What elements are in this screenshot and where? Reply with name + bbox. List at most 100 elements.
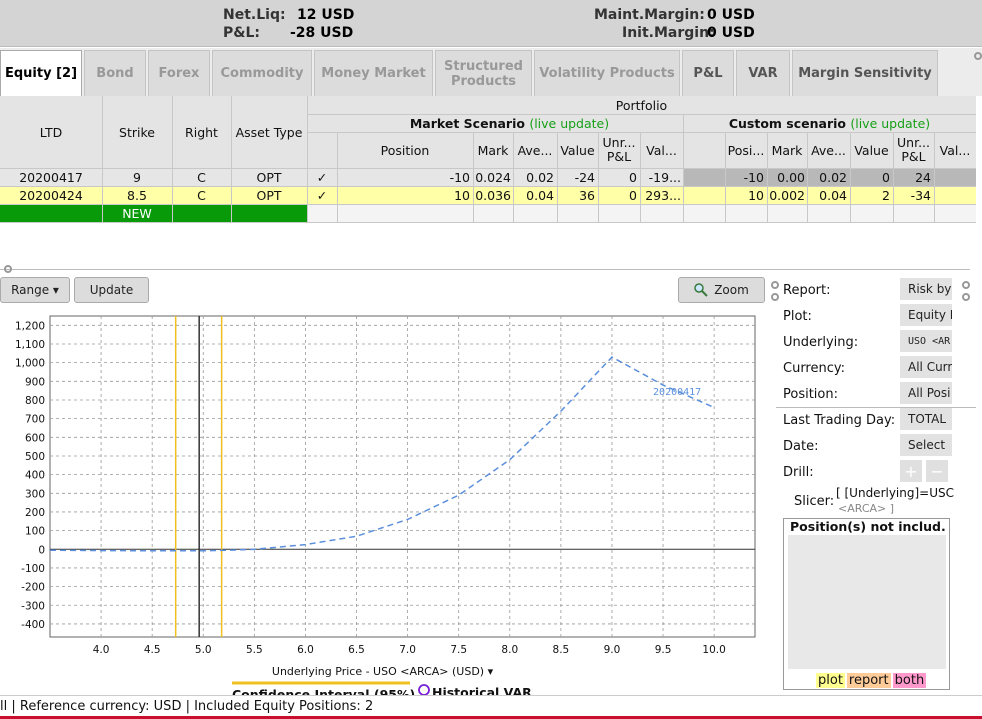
range-dropdown[interactable]: Range ▾ xyxy=(0,277,70,303)
cell-position: 10 xyxy=(454,187,470,203)
col-ltd[interactable]: LTD xyxy=(0,96,102,168)
report-label: Report: xyxy=(783,283,831,298)
underlying-select[interactable]: USO <AR xyxy=(900,330,952,352)
cell-ave: 0.04 xyxy=(526,187,554,203)
col-asset-type[interactable]: Asset Type xyxy=(231,96,307,168)
new-row-label[interactable]: NEW xyxy=(102,204,172,222)
cell-custom-value: 0 xyxy=(882,169,890,185)
col-ave[interactable]: Ave... xyxy=(513,132,557,168)
col-custom-ave[interactable]: Ave... xyxy=(807,132,850,168)
cell-custom-ave: 0.04 xyxy=(819,187,847,203)
col-unr-pnl[interactable]: Unr... P&L xyxy=(598,132,640,168)
y-tick-label: -300 xyxy=(21,600,45,612)
risk-profile-chart: 4.0 4.5 5.0 5.5 6.0 6.5 7.0 7.5 8.0 8.5 9.0 9.5 10.0… xyxy=(15,315,756,700)
cell-custom-mark: 0.002 xyxy=(769,187,805,203)
tab-commodity[interactable]: Commodity xyxy=(212,50,312,96)
cell-ltd: 20200424 xyxy=(19,187,83,203)
tab-label: Bond xyxy=(96,66,134,81)
tab-label: Equity [2] xyxy=(4,66,78,81)
cell-value: -24 xyxy=(574,169,595,185)
tab-label: Volatility Products xyxy=(539,66,675,81)
panel-toggle-icon[interactable] xyxy=(962,293,970,301)
cell-val: -19... xyxy=(648,169,681,185)
y-tick-label: 1,200 xyxy=(15,320,45,332)
plot-select[interactable]: Equity P xyxy=(900,304,952,326)
status-bar: ll | Reference currency: USD | Included … xyxy=(0,695,982,719)
tab-equity[interactable]: Equity [2] xyxy=(0,50,82,96)
portfolio-header: Portfolio xyxy=(615,97,668,113)
cell-unr-pnl: 0 xyxy=(629,187,637,203)
row-checkbox[interactable]: ✓ xyxy=(307,186,337,204)
col-custom-val[interactable]: Val... xyxy=(934,132,976,168)
col-custom-position[interactable]: Posi... xyxy=(725,132,767,168)
tab-volatility-products[interactable]: Volatility Products xyxy=(534,50,680,96)
maint-margin-label: Maint.Margin: xyxy=(594,7,705,23)
tab-pnl[interactable]: P&L xyxy=(682,50,734,96)
x-tick-label: 8.0 xyxy=(501,644,518,656)
currency-select[interactable]: All Curr xyxy=(900,356,952,378)
excluded-positions-title: Position(s) not includ... xyxy=(790,519,946,534)
series-label: 20200417 xyxy=(653,387,701,398)
y-tick-label: -400 xyxy=(21,619,45,631)
cell-asset-type: OPT xyxy=(256,169,282,185)
tab-forex[interactable]: Forex xyxy=(148,50,210,96)
status-text: ll | Reference currency: USD | Included … xyxy=(0,699,374,714)
x-tick-label: 7.0 xyxy=(399,644,416,656)
tab-label: P&L xyxy=(693,66,723,81)
position-select[interactable]: All Posi xyxy=(900,382,952,404)
col-custom-value[interactable]: Value xyxy=(850,132,893,168)
y-tick-label: 1,100 xyxy=(15,339,45,351)
cell-ave: 0.02 xyxy=(526,169,554,185)
row-checkbox[interactable]: ✓ xyxy=(307,168,337,186)
plot-label: Plot: xyxy=(783,309,812,324)
drill-in-icon[interactable]: + xyxy=(900,460,922,482)
col-mark[interactable]: Mark xyxy=(473,132,513,168)
cell-val: 293... xyxy=(645,187,681,203)
tab-structured-products[interactable]: Structured Products xyxy=(435,50,532,96)
y-tick-label: -100 xyxy=(21,563,45,575)
cell-position: -10 xyxy=(449,169,470,185)
ltd-select[interactable]: TOTAL xyxy=(900,408,952,430)
y-tick-label: 200 xyxy=(25,507,45,519)
y-tick-label: 100 xyxy=(25,526,45,538)
col-val[interactable]: Val... xyxy=(640,132,683,168)
zoom-button[interactable]: Zoom xyxy=(678,277,765,303)
col-right[interactable]: Right xyxy=(172,96,231,168)
tab-money-market[interactable]: Money Market xyxy=(314,50,433,96)
col-custom-unr-pnl[interactable]: Unr... P&L xyxy=(893,132,934,168)
drill-out-icon[interactable]: − xyxy=(926,460,948,482)
date-select[interactable]: Select xyxy=(900,434,952,456)
y-tick-label: 400 xyxy=(25,470,45,482)
tab-margin-sensitivity[interactable]: Margin Sensitivity xyxy=(792,50,938,96)
y-tick-label: 700 xyxy=(25,414,45,426)
x-tick-label: 9.5 xyxy=(655,644,672,656)
cell-custom-mark: 0.00 xyxy=(777,169,805,185)
panel-splitter[interactable] xyxy=(0,269,970,270)
collapse-icon[interactable] xyxy=(974,52,982,60)
panel-toggle-icon[interactable] xyxy=(962,281,970,289)
cell-right: C xyxy=(197,187,206,203)
col-position[interactable]: Position xyxy=(337,132,473,168)
report-select[interactable]: Risk by xyxy=(900,278,952,300)
x-tick-label: 6.5 xyxy=(348,644,365,656)
legend-plot: plot xyxy=(816,673,845,688)
cell-custom-value: 2 xyxy=(882,187,890,203)
y-tick-label: 0 xyxy=(38,544,45,556)
update-button[interactable]: Update xyxy=(74,277,149,303)
tab-label: Commodity xyxy=(220,66,304,81)
col-custom-mark[interactable]: Mark xyxy=(767,132,807,168)
excluded-positions-list[interactable] xyxy=(788,535,946,669)
tab-var[interactable]: VAR xyxy=(736,50,790,96)
x-tick-label: 7.5 xyxy=(450,644,467,656)
tab-bond[interactable]: Bond xyxy=(84,50,146,96)
cell-custom-unr-pnl: 24 xyxy=(915,169,931,185)
splitter-handle-icon[interactable] xyxy=(4,265,12,273)
tab-label: Money Market xyxy=(321,66,426,81)
col-strike[interactable]: Strike xyxy=(102,96,172,168)
cell-strike: 8.5 xyxy=(127,187,147,203)
x-tick-label: 9.0 xyxy=(604,644,621,656)
cell-custom-unr-pnl: -34 xyxy=(910,187,931,203)
market-scenario-header: Market Scenario (live update) xyxy=(409,115,610,131)
date-label: Date: xyxy=(783,439,819,454)
col-value[interactable]: Value xyxy=(557,132,598,168)
